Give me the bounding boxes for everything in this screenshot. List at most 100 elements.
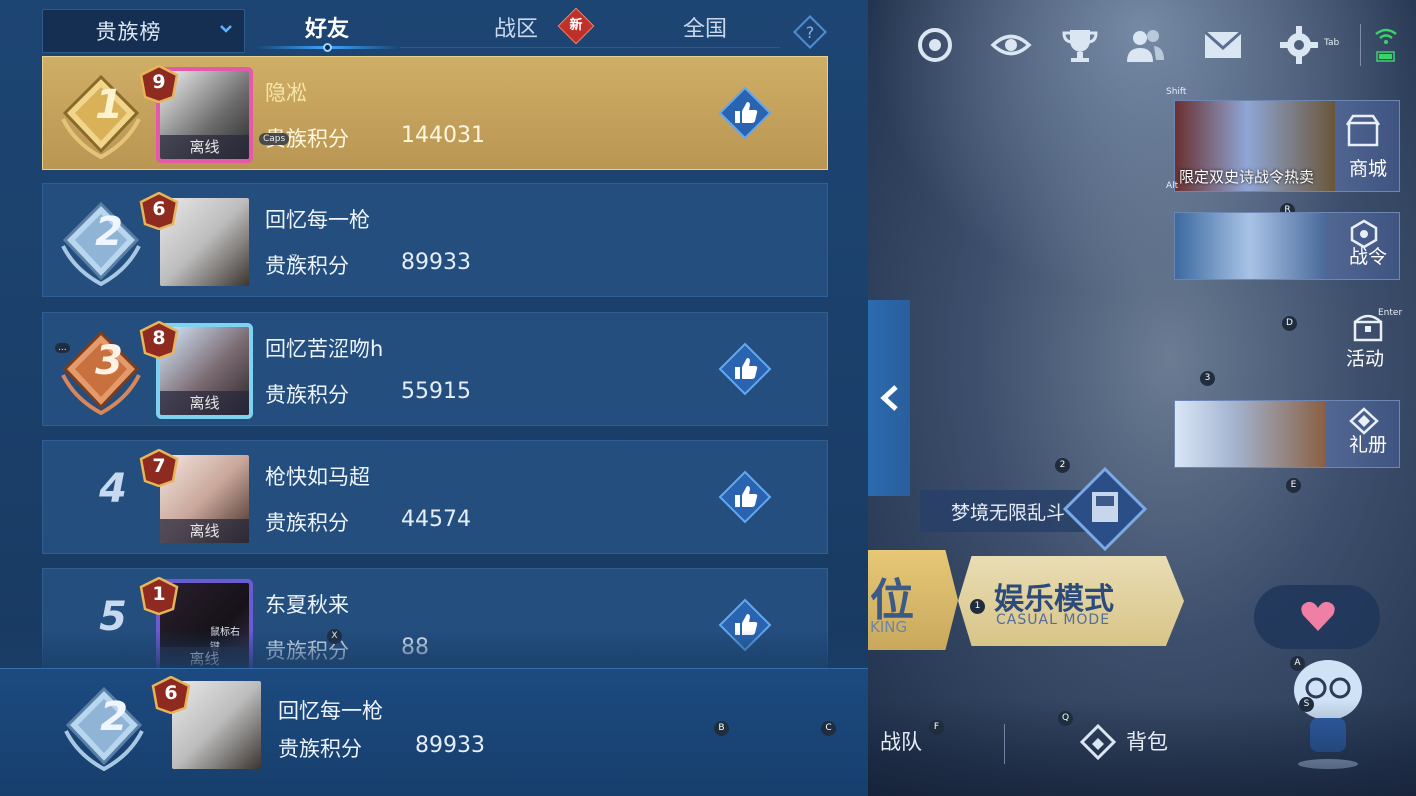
leaderboard-row[interactable]: 2 6 回忆每一枪 贵族积分 89933 Z: [42, 183, 828, 297]
target-icon[interactable]: [914, 24, 956, 66]
trophy-icon[interactable]: [1059, 24, 1101, 66]
chevron-left-icon: [880, 385, 898, 411]
key-hint-d: D: [1282, 316, 1297, 331]
help-icon[interactable]: ?: [792, 14, 828, 50]
score-value: 55915: [401, 379, 471, 404]
key-hint-c: C: [821, 721, 836, 736]
tab-nation[interactable]: 全国: [683, 11, 727, 43]
key-hint-b: B: [714, 721, 729, 736]
level-badge: 6: [139, 191, 179, 231]
player-name: 枪快如马超: [265, 465, 370, 489]
ranked-mode-button[interactable]: 位 KING: [868, 550, 958, 650]
event-mode-emblem[interactable]: [1062, 466, 1148, 552]
chevron-down-icon: [220, 25, 232, 33]
list-fade: [0, 630, 868, 670]
bottom-divider: [1004, 724, 1005, 764]
friends-icon[interactable]: [1124, 24, 1166, 66]
level-badge: 8: [139, 320, 179, 360]
leaderboard-type-dropdown[interactable]: 贵族榜: [42, 9, 245, 53]
thumbs-up-icon[interactable]: [718, 86, 772, 140]
my-rank-row: 2 6 回忆每一枪 贵族积分 89933 B C: [0, 668, 868, 796]
level-badge: 6: [151, 675, 191, 715]
leaderboard-header: 贵族榜 好友 战区 新 全国 ?: [0, 0, 868, 56]
rank-number: 3: [95, 338, 123, 384]
heart-bubble[interactable]: [1254, 585, 1380, 649]
tab-zone[interactable]: 战区: [494, 11, 538, 43]
rank-number: 4: [99, 466, 127, 512]
casual-mode-button[interactable]: 娱乐模式 CASUAL MODE: [958, 556, 1184, 646]
casual-mode-subtitle: CASUAL MODE: [996, 612, 1111, 628]
my-score: 89933: [415, 733, 485, 758]
backpack-icon: [1080, 724, 1116, 760]
key-hint-f: F: [929, 720, 944, 735]
divider: [1360, 24, 1361, 66]
key-hint-q: Q: [1058, 711, 1073, 726]
events-label: 活动: [1346, 348, 1385, 370]
active-tab-indicator: [323, 43, 332, 52]
battle-pass-art: [1175, 213, 1325, 279]
backpack-label: 背包: [1126, 730, 1168, 754]
shop-caption: 限定双史诗战令热卖: [1179, 168, 1315, 186]
dropdown-label: 贵族榜: [95, 20, 162, 44]
level-badge: 7: [139, 448, 179, 488]
treasure-chest-icon: [1353, 314, 1383, 342]
rank-number: 1: [95, 82, 123, 128]
player-name: 隐凇: [265, 81, 307, 105]
leaderboard-panel: 贵族榜 好友 战区 新 全国 ? 1 离线 9 隐凇 贵族积分 144031 C…: [0, 0, 868, 796]
status-label: 离线: [160, 391, 249, 415]
score-value: 144031: [401, 123, 485, 148]
game-lobby: Tab Shift 商城 限定双史诗战令热卖 Alt R 战令 Enter D …: [868, 0, 1416, 796]
status-label: 离线: [160, 519, 249, 543]
status-label: 离线: [160, 135, 249, 159]
gift-book-label: 礼册: [1348, 434, 1387, 456]
key-hint-alt: Alt: [1166, 181, 1179, 191]
my-name: 回忆每一枪: [278, 699, 383, 723]
top-icon-bar: Tab: [868, 0, 1416, 90]
battle-pass-label: 战令: [1348, 246, 1387, 268]
score-label: 贵族积分: [265, 511, 349, 535]
leaderboard-row[interactable]: 4 离线 7 枪快如马超 贵族积分 44574: [42, 440, 828, 554]
wifi-battery-icon: [1375, 28, 1397, 62]
settings-gear-icon[interactable]: [1278, 24, 1320, 66]
key-hint-e: E: [1286, 478, 1301, 493]
shop-label: 商城: [1348, 158, 1387, 180]
battle-pass-card[interactable]: 战令: [1174, 212, 1400, 280]
team-button[interactable]: 战队: [880, 726, 922, 756]
key-hint-z: Z: [291, 254, 298, 264]
tab-friends[interactable]: 好友: [305, 11, 349, 43]
ranked-mode-subtitle: KING: [870, 618, 908, 636]
mail-icon[interactable]: [1202, 24, 1244, 66]
level-badge: 9: [139, 64, 179, 104]
leaderboard-row[interactable]: 3 ... 离线 8 回忆苦涩吻h 贵族积分 55915: [42, 312, 828, 426]
player-name: 回忆苦涩吻h: [265, 337, 384, 361]
key-hint-1: 1: [970, 599, 985, 614]
key-hint-caps: Caps: [259, 133, 290, 145]
thumbs-up-icon[interactable]: [718, 342, 772, 396]
score-label: 贵族积分: [265, 383, 349, 407]
key-hint-shift: Shift: [1166, 87, 1187, 97]
score-value: 44574: [401, 507, 471, 532]
shop-card[interactable]: 商城 限定双史诗战令热卖: [1174, 100, 1400, 192]
collapse-panel-button[interactable]: [868, 300, 910, 496]
player-name: 回忆每一枪: [265, 208, 370, 232]
shop-icon: [1345, 114, 1381, 147]
gift-book-card[interactable]: 礼册: [1174, 400, 1400, 468]
rank-number: 2: [100, 694, 128, 740]
heart-icon: [1301, 601, 1335, 631]
score-value: 89933: [401, 250, 471, 275]
key-hint-dots: ...: [55, 343, 70, 353]
gift-book-art: [1175, 401, 1325, 467]
score-label: 贵族积分: [278, 737, 362, 761]
new-badge: 新: [557, 7, 595, 45]
eye-icon[interactable]: [990, 24, 1032, 66]
thumbs-up-icon[interactable]: [718, 470, 772, 524]
score-label: 贵族积分: [265, 254, 349, 278]
events-button[interactable]: 活动: [1338, 312, 1400, 376]
rank-number: 2: [95, 209, 123, 255]
leaderboard-row[interactable]: 1 离线 9 隐凇 贵族积分 144031 Caps: [42, 56, 828, 170]
player-name: 东夏秋来: [265, 593, 349, 617]
key-hint-3: 3: [1200, 371, 1215, 386]
tab-divider: [400, 47, 780, 48]
svg-text:?: ?: [806, 23, 815, 42]
backpack-button[interactable]: 背包: [1080, 722, 1180, 762]
